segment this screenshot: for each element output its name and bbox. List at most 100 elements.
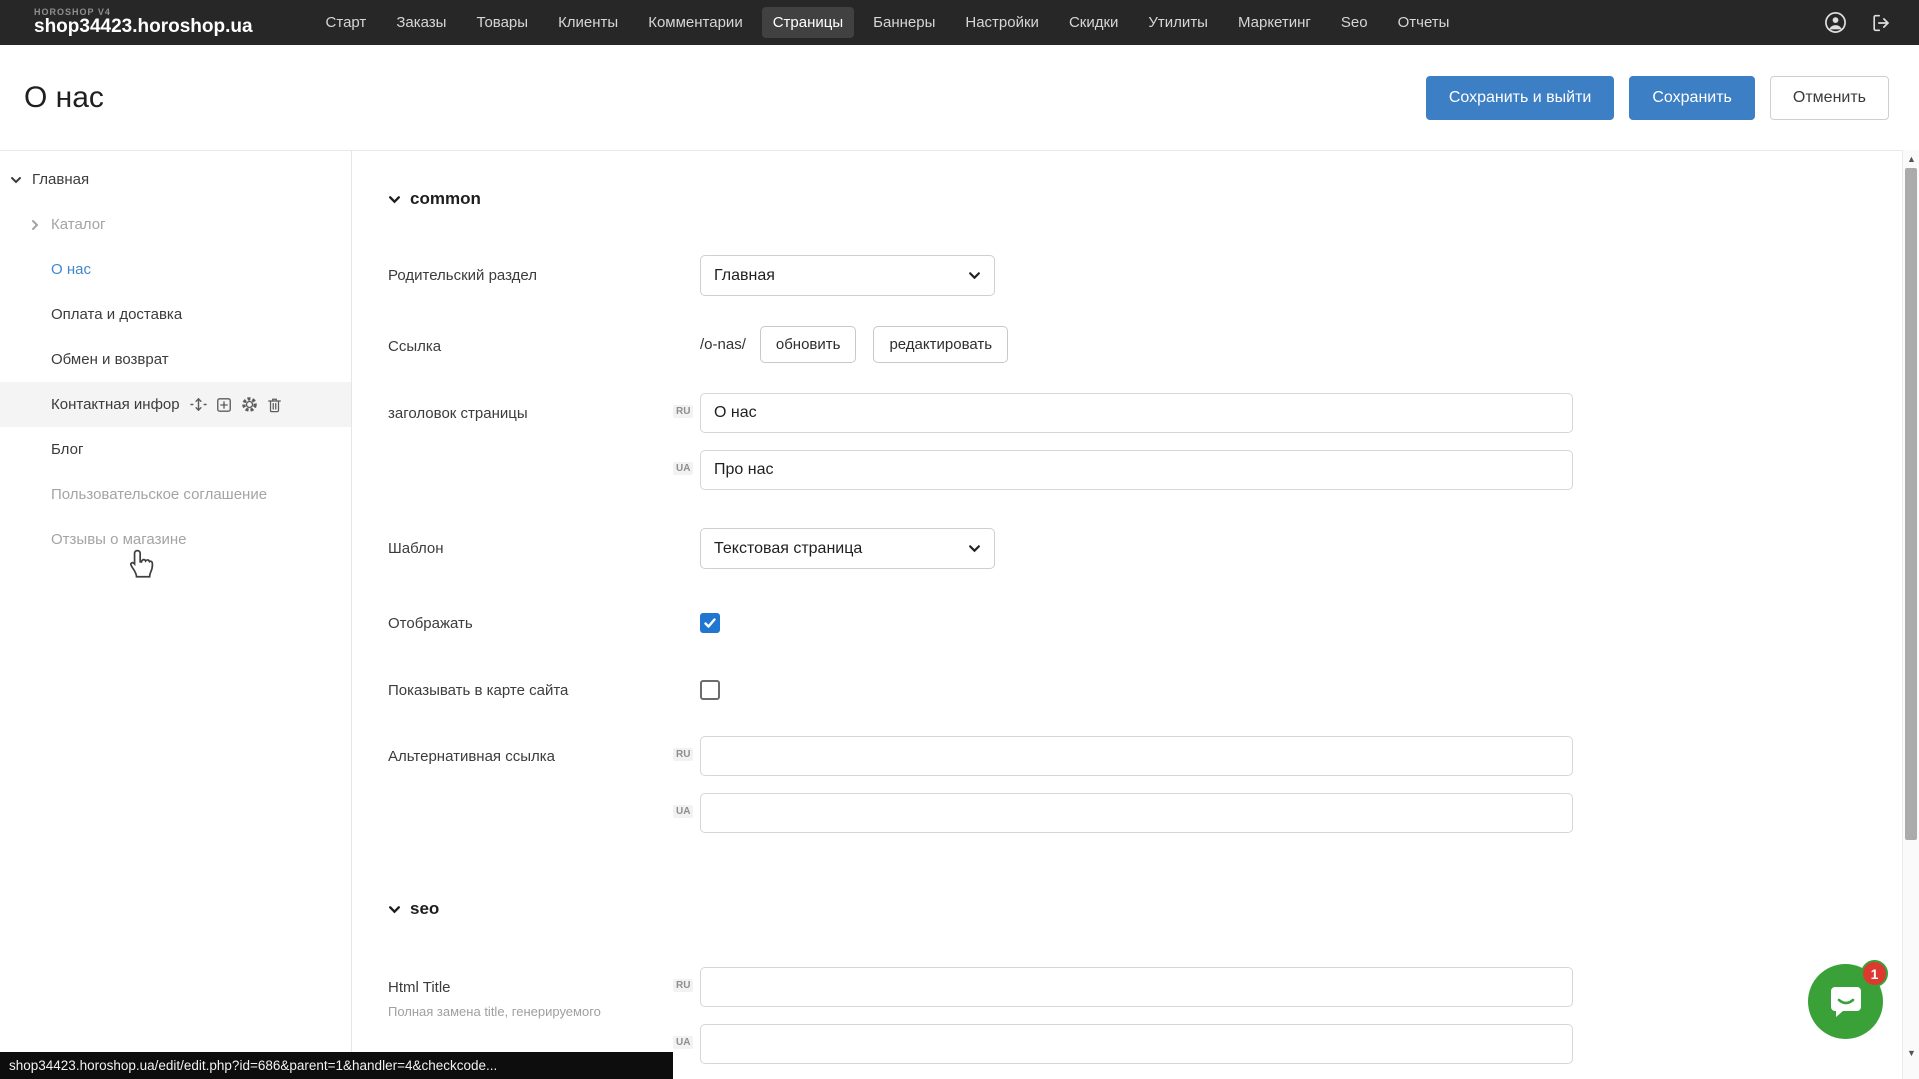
html-title-label-text: Html Title	[388, 978, 678, 998]
nav-item-start[interactable]: Старт	[315, 7, 378, 38]
html-title-ua-input[interactable]	[700, 1024, 1573, 1064]
html-title-ru-input[interactable]	[700, 967, 1573, 1007]
sidebar-item-label: Главная	[32, 171, 89, 188]
section-seo-header[interactable]: seo	[388, 899, 1919, 919]
nav-item-skidki[interactable]: Скидки	[1058, 7, 1129, 38]
top-bar-icons	[1824, 11, 1893, 34]
sidebar-item-polzovatelskoe-soglashenie[interactable]: Пользовательское соглашение	[0, 472, 351, 517]
sidebar-item-label: Пользовательское соглашение	[51, 486, 267, 503]
chevron-down-icon[interactable]	[10, 174, 24, 186]
template-row: Шаблон Текстовая страница	[388, 528, 1919, 569]
link-path-value: /o-nas/	[700, 336, 746, 353]
parent-section-select[interactable]: Главная	[700, 255, 995, 296]
sidebar-item-label: Блог	[51, 441, 83, 458]
sidebar-item-oplata-i-dostavka[interactable]: Оплата и доставка	[0, 292, 351, 337]
delete-trash-icon[interactable]	[267, 397, 282, 413]
brand-logo[interactable]: HOROSHOP V4 shop34423.horoshop.ua	[34, 8, 253, 37]
sidebar-item-label: Контактная инфор	[51, 396, 180, 413]
sidebar-item-label: Оплата и доставка	[51, 306, 182, 323]
section-common-header[interactable]: common	[388, 189, 1919, 209]
alt-link-ru-input[interactable]	[700, 736, 1573, 776]
html-title-hint: Полная замена title, генерируемого	[388, 1004, 678, 1021]
page-title-ua-input[interactable]	[700, 450, 1573, 490]
page-title-ru-input[interactable]	[700, 393, 1573, 433]
top-bar: HOROSHOP V4 shop34423.horoshop.ua Старт …	[0, 0, 1919, 45]
statusbar-url: shop34423.horoshop.ua/edit/edit.php?id=6…	[9, 1058, 497, 1073]
logout-icon[interactable]	[1871, 12, 1893, 34]
display-checkbox[interactable]	[700, 613, 720, 633]
sidebar-item-o-nas[interactable]: О нас	[0, 247, 351, 292]
save-and-exit-button[interactable]: Сохранить и выйти	[1426, 76, 1615, 120]
nav-item-zakazy[interactable]: Заказы	[385, 7, 457, 38]
selected-value: Текстовая страница	[714, 540, 862, 558]
common-fields: Родительский раздел Главная Ссылка /o-n	[388, 255, 1919, 1064]
chat-bubble-icon	[1827, 980, 1865, 1023]
app-window: HOROSHOP V4 shop34423.horoshop.ua Старт …	[0, 0, 1919, 1079]
move-icon[interactable]	[190, 396, 207, 413]
display-row: Отображать	[388, 603, 1919, 634]
sidebar-item-kontaktnaya-informatsiya[interactable]: Контактная инфор	[0, 382, 351, 427]
save-button[interactable]: Сохранить	[1629, 76, 1755, 120]
page-header: О нас Сохранить и выйти Сохранить Отмени…	[0, 45, 1919, 150]
sidebar-item-label: О нас	[51, 261, 91, 278]
header-buttons: Сохранить и выйти Сохранить Отменить	[1426, 76, 1889, 120]
page-edit-form: common Родительский раздел Главная	[352, 151, 1919, 1079]
nav-item-nastroyki[interactable]: Настройки	[954, 7, 1050, 38]
lang-ru-badge: RU	[673, 405, 693, 418]
section-title: seo	[410, 899, 439, 919]
alt-link-row: Альтернативная ссылка RU UA	[388, 736, 1919, 833]
nav-item-bannery[interactable]: Баннеры	[862, 7, 946, 38]
nav-item-marketing[interactable]: Маркетинг	[1227, 7, 1322, 38]
sidebar-item-glavnaya[interactable]: Главная	[0, 157, 351, 202]
chevron-right-icon[interactable]	[29, 219, 43, 231]
sitemap-checkbox[interactable]	[700, 680, 720, 700]
nav-item-seo[interactable]: Seo	[1330, 7, 1379, 38]
nav-item-otchety[interactable]: Отчеты	[1387, 7, 1461, 38]
parent-section-row: Родительский раздел Главная	[388, 255, 1919, 296]
template-select[interactable]: Текстовая страница	[700, 528, 995, 569]
nav-item-kommentarii[interactable]: Комментарии	[637, 7, 753, 38]
chevron-down-icon	[968, 542, 981, 555]
sidebar-item-label: Каталог	[51, 216, 106, 233]
nav-item-stranitsy[interactable]: Страницы	[762, 7, 854, 38]
add-page-icon[interactable]	[216, 397, 232, 413]
chevron-down-icon	[388, 903, 401, 916]
sitemap-label: Показывать в карте сайта	[388, 670, 678, 701]
sidebar-item-otzyvy-o-magazine[interactable]: Отзывы о магазине	[0, 517, 351, 562]
cancel-button[interactable]: Отменить	[1770, 76, 1889, 120]
settings-gear-icon[interactable]	[241, 396, 258, 413]
page-title-row: заголовок страницы RU UA	[388, 393, 1919, 490]
link-preview-statusbar: shop34423.horoshop.ua/edit/edit.php?id=6…	[0, 1052, 673, 1079]
nav-item-tovary[interactable]: Товары	[465, 7, 539, 38]
link-edit-button[interactable]: редактировать	[873, 326, 1008, 363]
scrollbar-thumb[interactable]	[1905, 168, 1917, 840]
scroll-down-arrow-icon[interactable]: ▼	[1903, 1044, 1919, 1061]
display-label: Отображать	[388, 603, 678, 634]
parent-section-label: Родительский раздел	[388, 255, 678, 286]
nav-item-klienty[interactable]: Клиенты	[547, 7, 629, 38]
link-row: Ссылка /o-nas/ обновить редактировать	[388, 326, 1919, 363]
link-refresh-button[interactable]: обновить	[760, 326, 857, 363]
chat-launcher-button[interactable]: 1	[1808, 964, 1883, 1039]
chevron-down-icon	[388, 193, 401, 206]
sidebar-item-obmen-i-vozvrat[interactable]: Обмен и возврат	[0, 337, 351, 382]
lang-ru-badge: RU	[673, 979, 693, 992]
body: Главная Каталог О нас Оплата и доставка …	[0, 150, 1919, 1079]
sidebar-item-label: Обмен и возврат	[51, 351, 169, 368]
brand-domain: shop34423.horoshop.ua	[34, 17, 253, 37]
account-icon[interactable]	[1824, 11, 1847, 34]
nav-item-utility[interactable]: Утилиты	[1137, 7, 1219, 38]
scroll-up-arrow-icon[interactable]: ▲	[1903, 150, 1919, 167]
sidebar-item-blog[interactable]: Блог	[0, 427, 351, 472]
lang-ua-badge: UA	[673, 805, 693, 818]
html-title-row: Html Title Полная замена title, генериру…	[388, 967, 1919, 1064]
alt-link-ua-input[interactable]	[700, 793, 1573, 833]
page-title: О нас	[24, 81, 104, 115]
lang-ua-badge: UA	[673, 462, 693, 475]
sidebar-item-katalog[interactable]: Каталог	[0, 202, 351, 247]
section-title: common	[410, 189, 481, 209]
vertical-scrollbar[interactable]: ▲ ▼	[1902, 150, 1919, 1079]
tree-item-actions	[190, 396, 282, 413]
template-label: Шаблон	[388, 528, 678, 559]
sidebar-item-label: Отзывы о магазине	[51, 531, 186, 548]
